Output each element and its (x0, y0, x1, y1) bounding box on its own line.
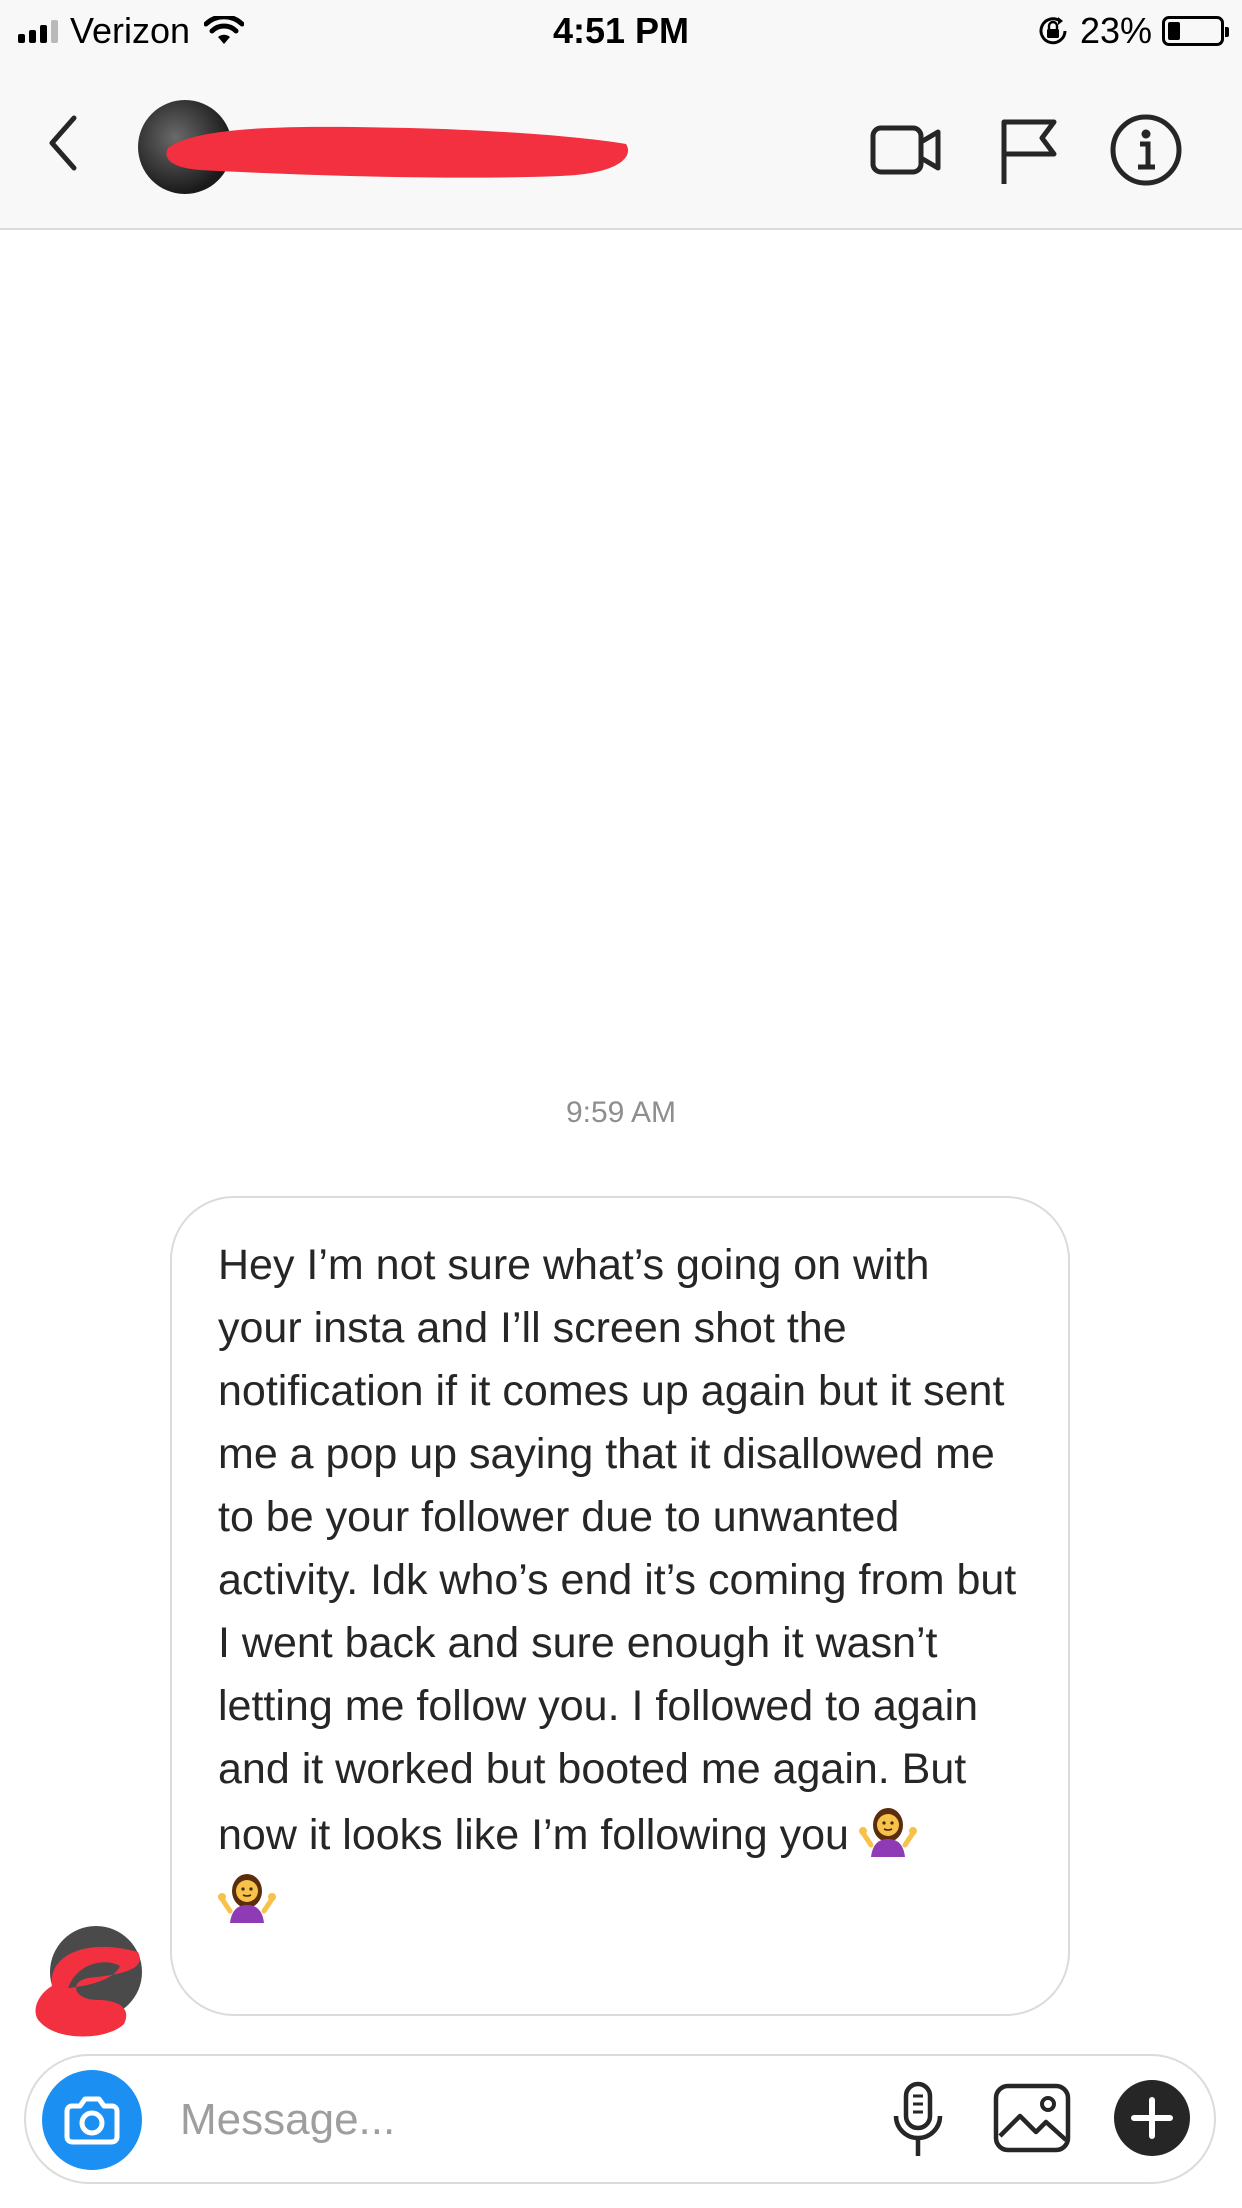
info-icon[interactable] (1108, 112, 1184, 188)
camera-button[interactable] (42, 2070, 142, 2170)
battery-icon (1162, 16, 1229, 46)
video-call-icon[interactable] (868, 112, 944, 188)
back-chevron-icon[interactable] (36, 108, 92, 178)
battery-percent: 23% (1079, 10, 1152, 51)
message-body: Hey I’m not sure what’s going on with yo… (218, 1234, 1024, 1933)
gallery-icon[interactable] (990, 2076, 1074, 2160)
message-timestamp: 9:59 AM (565, 1096, 677, 1129)
message-composer (24, 2054, 1216, 2184)
thread-header (0, 62, 1242, 230)
sender-avatar[interactable] (28, 1924, 144, 2042)
rotation-lock-icon (1039, 17, 1067, 45)
plus-icon[interactable] (1112, 2078, 1192, 2158)
flag-icon[interactable] (992, 112, 1068, 188)
woman-shrugging-emoji (218, 1874, 276, 1923)
received-message-bubble[interactable]: Hey I’m not sure what’s going on with yo… (170, 1196, 1070, 2016)
status-right: 23% (1036, 10, 1229, 52)
message-input[interactable] (180, 2086, 840, 2154)
battery-fill (1168, 22, 1180, 40)
microphone-icon[interactable] (886, 2078, 950, 2162)
camera-icon (64, 2096, 120, 2145)
username-redaction-scribble (166, 126, 629, 178)
status-bar: Verizon 4:51 PM 23% (0, 0, 1242, 62)
woman-shrugging-emoji (858, 1808, 917, 1857)
message-text: Hey I’m not sure what’s going on with yo… (218, 1241, 1017, 1859)
